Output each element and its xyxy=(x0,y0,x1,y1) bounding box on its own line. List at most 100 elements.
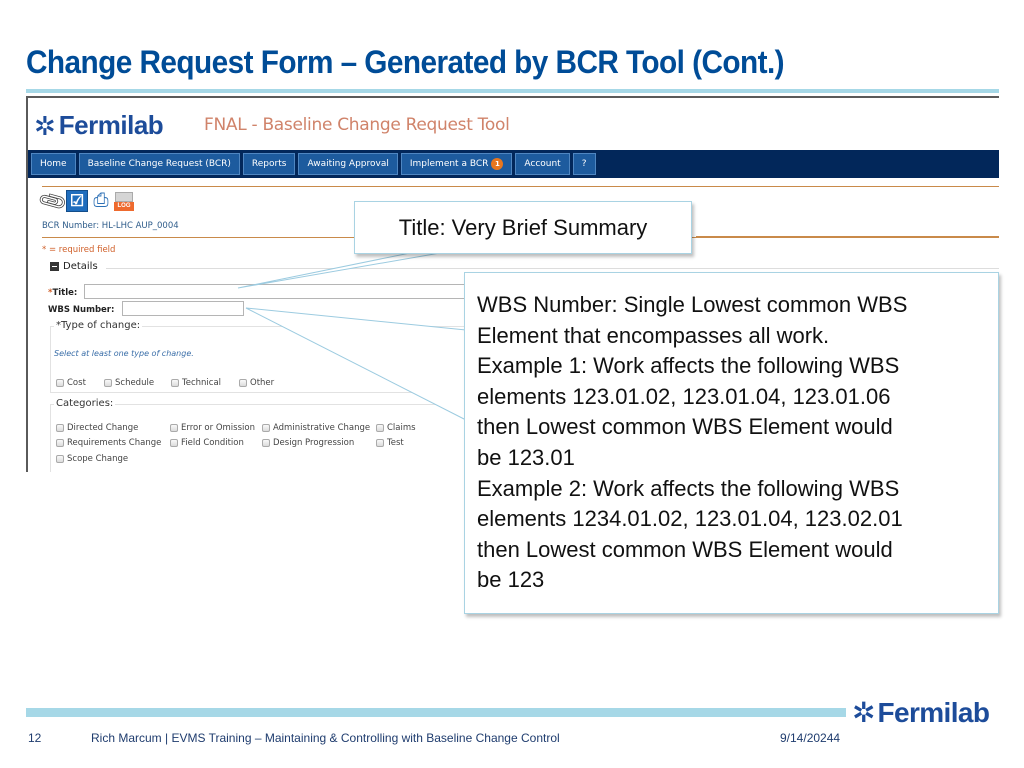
checkbox-box[interactable] xyxy=(56,439,64,447)
details-section-header[interactable]: Details xyxy=(50,261,98,272)
nav-label: Awaiting Approval xyxy=(307,159,389,169)
bcr-number: BCR Number: HL-LHC AUP_0004 xyxy=(42,221,179,231)
printer-icon[interactable]: ⎙ xyxy=(90,190,112,212)
title-callout: Title: Very Brief Summary xyxy=(354,201,692,254)
checkbox-box[interactable] xyxy=(171,379,179,387)
checkbox-label: Requirements Change xyxy=(67,438,162,448)
checkbox-icon[interactable]: ☑ xyxy=(66,190,88,212)
wbs-callout-line: be 123 xyxy=(477,567,545,593)
wbs-number-label: WBS Number: xyxy=(48,305,115,315)
checkbox-box[interactable] xyxy=(262,424,270,432)
checkbox-label: Error or Omission xyxy=(181,423,255,433)
nav-reports[interactable]: Reports xyxy=(242,153,296,175)
checkbox-label: Cost xyxy=(67,378,86,388)
checkbox-box[interactable] xyxy=(104,379,112,387)
log-label: LOG xyxy=(114,201,134,211)
checkbox-box[interactable] xyxy=(170,424,178,432)
checkbox-box[interactable] xyxy=(56,455,64,463)
checkbox-administrative-change[interactable]: Administrative Change xyxy=(262,423,370,433)
wbs-callout-line: elements 123.01.02, 123.01.04, 123.01.06 xyxy=(477,383,891,409)
type-of-change-hint: Select at least one type of change. xyxy=(54,349,194,358)
checkbox-label: Administrative Change xyxy=(273,423,371,433)
nav-home[interactable]: Home xyxy=(31,153,76,175)
checkbox-label: Claims xyxy=(387,423,416,433)
collapse-icon[interactable] xyxy=(50,262,59,271)
wbs-callout-line: elements 1234.01.02, 123.01.04, 123.02.0… xyxy=(477,506,903,532)
required-field-note: * = required field xyxy=(42,245,116,255)
nav-label: Baseline Change Request (BCR) xyxy=(87,159,231,169)
form-toolbar: 📎︎ ☑ ⎙ LOG xyxy=(37,186,134,218)
section-divider xyxy=(42,186,999,187)
title-divider xyxy=(26,89,999,93)
nav-account[interactable]: Account xyxy=(515,153,570,175)
slide-title: Change Request Form – Generated by BCR T… xyxy=(26,44,785,80)
nav-bar: Home Baseline Change Request (BCR) Repor… xyxy=(28,150,999,178)
footer-date: 9/14/20244 xyxy=(780,731,841,745)
wbs-callout-line: be 123.01 xyxy=(477,444,575,470)
app-header: ✲ Fermilab FNAL - Baseline Change Reques… xyxy=(28,98,999,150)
fermilab-logo[interactable]: ✲ Fermilab xyxy=(34,110,164,141)
logo-text: Fermilab xyxy=(58,110,164,140)
checkbox-field-condition[interactable]: Field Condition xyxy=(170,438,244,448)
checkbox-claims[interactable]: Claims xyxy=(376,423,416,433)
checkbox-label: Other xyxy=(250,378,275,388)
nav-label: ? xyxy=(581,159,587,169)
categories-legend: Categories: xyxy=(54,398,116,409)
checkbox-label: Field Condition xyxy=(181,438,244,448)
app-title: FNAL - Baseline Change Request Tool xyxy=(204,115,510,135)
checkbox-box[interactable] xyxy=(56,424,64,432)
wbs-callout-line: Element that encompasses all work. xyxy=(477,322,830,348)
section-divider xyxy=(696,236,999,237)
checkbox-directed-change[interactable]: Directed Change xyxy=(56,423,138,433)
footer-fermilab-logo: ✲ Fermilab xyxy=(852,697,990,729)
checkbox-box[interactable] xyxy=(376,424,384,432)
checkbox-requirements-change[interactable]: Requirements Change xyxy=(56,438,161,448)
fermilab-gear-icon: ✲ xyxy=(852,697,876,728)
type-of-change-legend: *Type of change: xyxy=(54,320,143,331)
checkbox-label: Test xyxy=(387,438,404,448)
checkbox-error-or-omission[interactable]: Error or Omission xyxy=(170,423,255,433)
details-label: Details xyxy=(63,261,98,272)
footer-bar xyxy=(26,708,846,717)
notification-badge: 1 xyxy=(491,158,504,170)
nav-implement-bcr[interactable]: Implement a BCR 1 xyxy=(400,153,513,175)
wbs-number-input[interactable] xyxy=(122,301,244,316)
wbs-callout-line: then Lowest common WBS Element would xyxy=(477,414,893,440)
log-icon[interactable]: LOG xyxy=(114,190,134,212)
details-divider xyxy=(106,268,999,269)
checkbox-label: Directed Change xyxy=(67,423,139,433)
checkbox-other[interactable]: Other xyxy=(239,378,274,388)
checkbox-test[interactable]: Test xyxy=(376,438,404,448)
checkbox-box[interactable] xyxy=(262,439,270,447)
nav-label: Account xyxy=(524,159,561,169)
checkbox-box[interactable] xyxy=(239,379,247,387)
nav-help[interactable]: ? xyxy=(572,153,596,175)
paperclip-icon[interactable]: 📎︎ xyxy=(37,186,70,218)
checkbox-box[interactable] xyxy=(170,439,178,447)
page-number: 12 xyxy=(28,731,42,745)
checkbox-label: Scope Change xyxy=(67,454,129,464)
checkbox-cost[interactable]: Cost xyxy=(56,378,86,388)
footer-logo-text: Fermilab xyxy=(877,697,990,728)
wbs-callout-line: WBS Number: Single Lowest common WBS xyxy=(477,292,908,317)
nav-label: Reports xyxy=(251,159,287,169)
footer-caption: Rich Marcum | EVMS Training – Maintainin… xyxy=(91,731,560,745)
fermilab-gear-icon: ✲ xyxy=(34,110,56,141)
wbs-callout: WBS Number: Single Lowest common WBS Ele… xyxy=(464,272,999,614)
checkbox-box[interactable] xyxy=(376,439,384,447)
title-label: *Title: xyxy=(48,288,77,298)
title-label-text: Title: xyxy=(52,288,78,298)
nav-baseline-change-request[interactable]: Baseline Change Request (BCR) xyxy=(78,153,240,175)
checkbox-technical[interactable]: Technical xyxy=(171,378,221,388)
checkbox-scope-change[interactable]: Scope Change xyxy=(56,454,128,464)
nav-awaiting-approval[interactable]: Awaiting Approval xyxy=(298,153,398,175)
checkbox-label: Design Progression xyxy=(273,438,355,448)
wbs-callout-line: Example 2: Work affects the following WB… xyxy=(477,475,900,501)
checkbox-box[interactable] xyxy=(56,379,64,387)
wbs-callout-line: then Lowest common WBS Element would xyxy=(477,536,893,562)
checkbox-schedule[interactable]: Schedule xyxy=(104,378,154,388)
title-callout-text: Title: Very Brief Summary xyxy=(398,214,648,240)
checkbox-label: Technical xyxy=(182,378,222,388)
checkbox-design-progression[interactable]: Design Progression xyxy=(262,438,354,448)
nav-label: Implement a BCR xyxy=(409,159,489,169)
